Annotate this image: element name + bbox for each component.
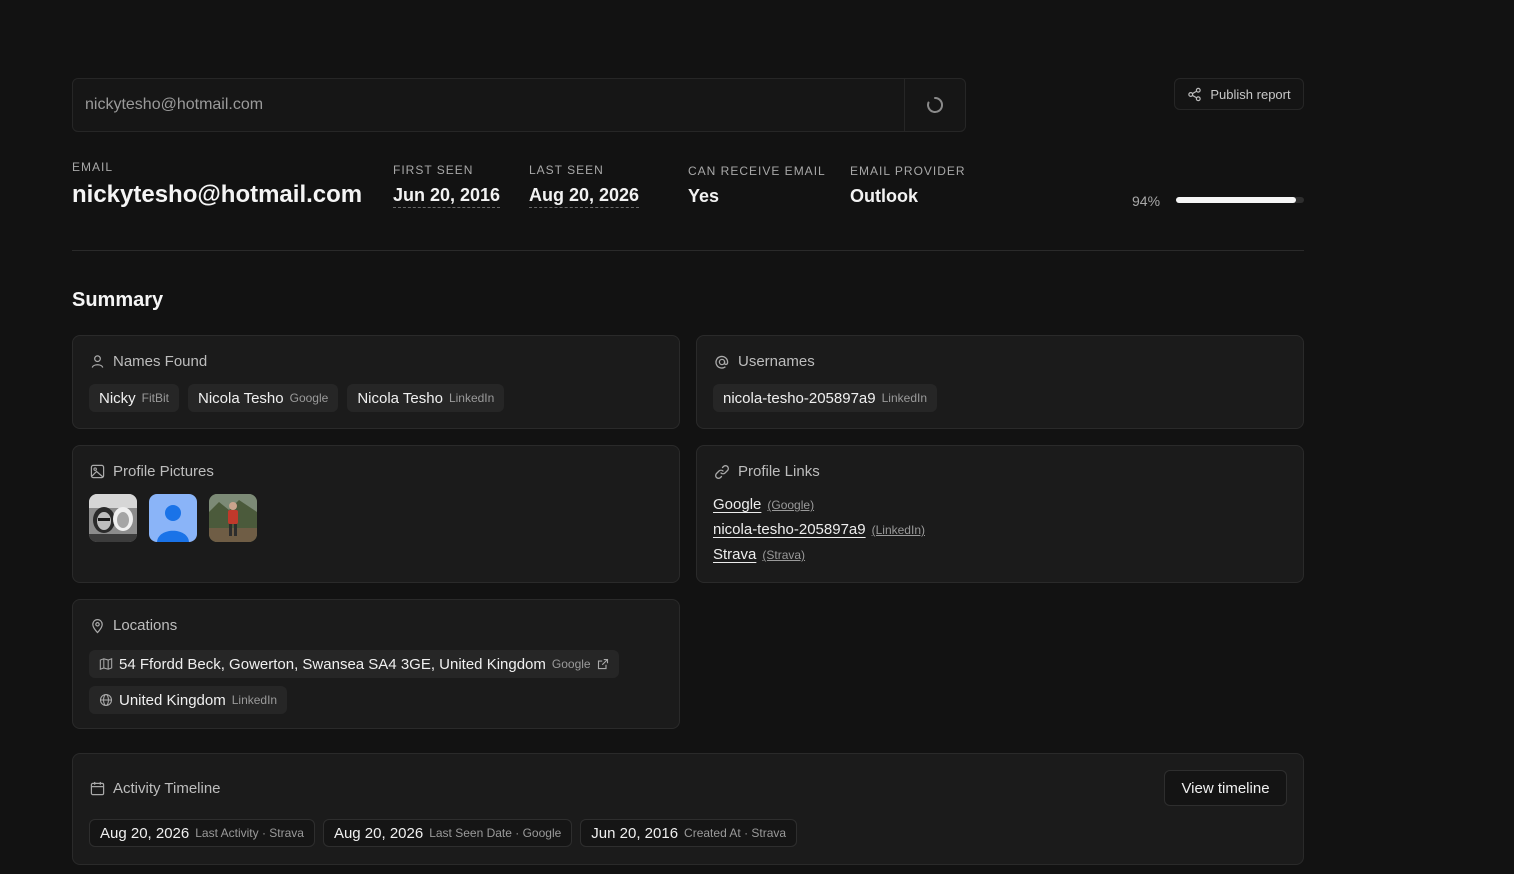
timeline-event-chip: Jun 20, 2016 Created At · Strava [580, 819, 798, 847]
profile-link-row: Google (Google) [713, 496, 925, 513]
profile-picture-default-avatar[interactable] [149, 494, 197, 542]
publish-report-label: Publish report [1210, 86, 1291, 102]
activity-timeline-card: Activity Timeline View timeline Aug 20, … [72, 753, 1304, 865]
summary-heading: Summary [72, 289, 164, 311]
email-search-input[interactable] [73, 78, 904, 132]
name-chip-source: LinkedIn [448, 391, 495, 405]
username-chip-source: LinkedIn [881, 391, 927, 405]
name-chip: Nicola Tesho LinkedIn [347, 384, 505, 412]
timeline-event-date: Jun 20, 2016 [591, 824, 679, 842]
publish-report-button[interactable]: Publish report [1174, 78, 1304, 110]
link-icon [715, 464, 729, 479]
profile-picture-bw-photo[interactable] [89, 494, 137, 542]
profile-link-row: nicola-tesho-205897a9 (LinkedIn) [713, 521, 925, 538]
user-icon [91, 355, 104, 368]
profile-picture-outdoor-photo[interactable] [209, 494, 257, 542]
profile-link-linkedin[interactable]: nicola-tesho-205897a9 [713, 521, 866, 538]
name-chip-text: Nicola Tesho [198, 389, 284, 407]
locations-card: Locations 54 Ffordd Beck, Gowerton, Swan… [72, 599, 680, 729]
activity-timeline-title: Activity Timeline [113, 780, 221, 797]
timeline-event-date: Aug 20, 2026 [333, 824, 424, 842]
locations-title: Locations [113, 617, 178, 634]
spinner-icon [927, 96, 944, 113]
location-source: LinkedIn [231, 693, 278, 707]
loading-spinner-button[interactable] [905, 79, 965, 131]
timeline-event-detail: Last Activity · Strava [195, 826, 304, 840]
share-icon [1188, 87, 1202, 101]
last-seen-value[interactable]: Aug 20, 2026 [529, 185, 640, 208]
timeline-event-chip: Aug 20, 2026 Last Seen Date · Google [322, 819, 573, 847]
first-seen-value[interactable]: Jun 20, 2016 [393, 185, 501, 208]
last-seen-label: LAST SEEN [529, 163, 604, 177]
section-divider [72, 250, 1304, 251]
can-receive-label: CAN RECEIVE EMAIL [688, 164, 826, 178]
map-icon [99, 657, 113, 671]
profile-pictures-title: Profile Pictures [113, 463, 214, 480]
score-progress-bar [1176, 197, 1304, 203]
timeline-event-chip: Aug 20, 2026 Last Activity · Strava [89, 819, 315, 847]
location-source: Google [551, 657, 591, 671]
username-chip: nicola-tesho-205897a9 LinkedIn [713, 384, 937, 412]
profile-link-google[interactable]: Google [713, 496, 761, 513]
timeline-event-detail: Last Seen Date · Google [429, 826, 562, 840]
usernames-card: Usernames nicola-tesho-205897a9 LinkedIn [696, 335, 1304, 429]
score-percentage: 94% [1132, 193, 1161, 209]
map-pin-icon [92, 618, 103, 633]
timeline-event-date: Aug 20, 2026 [100, 824, 190, 842]
location-chip: United Kingdom LinkedIn [89, 686, 288, 714]
profile-links-card: Profile Links Google (Google) nicola-tes… [696, 445, 1304, 583]
username-chip-text: nicola-tesho-205897a9 [723, 389, 876, 407]
name-chip-text: Nicola Tesho [357, 389, 443, 407]
profile-links-title: Profile Links [738, 463, 820, 480]
name-chip: Nicola Tesho Google [188, 384, 339, 412]
names-found-title: Names Found [113, 353, 208, 370]
image-icon [90, 464, 105, 479]
profile-pictures-card: Profile Pictures [72, 445, 680, 583]
email-search-bar [72, 78, 966, 132]
calendar-icon [90, 781, 105, 796]
name-chip-source: Google [289, 391, 329, 405]
location-chip[interactable]: 54 Ffordd Beck, Gowerton, Swansea SA4 3G… [89, 650, 619, 678]
name-chip-text: Nicky [99, 389, 136, 407]
location-text: 54 Ffordd Beck, Gowerton, Swansea SA4 3G… [119, 655, 546, 673]
profile-link-source: (Google) [767, 498, 815, 512]
profile-link-source: (Strava) [762, 548, 806, 562]
at-sign-icon [715, 355, 729, 369]
usernames-title: Usernames [738, 353, 815, 370]
view-timeline-button[interactable]: View timeline [1164, 770, 1287, 806]
profile-link-row: Strava (Strava) [713, 546, 925, 563]
can-receive-value: Yes [688, 186, 720, 206]
name-chip: Nicky FitBit [89, 384, 180, 412]
names-found-card: Names Found Nicky FitBit Nicola Tesho Go… [72, 335, 680, 429]
timeline-event-detail: Created At · Strava [684, 826, 787, 840]
email-label: EMAIL [72, 160, 114, 174]
location-text: United Kingdom [119, 691, 226, 709]
profile-link-source: (LinkedIn) [871, 523, 925, 537]
external-link-icon[interactable] [597, 658, 609, 670]
score-progress-fill [1176, 197, 1297, 203]
email-value: nickytesho@hotmail.com [72, 181, 363, 208]
name-chip-source: FitBit [141, 391, 170, 405]
email-provider-label: EMAIL PROVIDER [850, 164, 966, 178]
email-provider-value: Outlook [850, 186, 918, 206]
profile-link-strava[interactable]: Strava [713, 546, 756, 563]
globe-icon [99, 693, 113, 707]
first-seen-label: FIRST SEEN [393, 163, 474, 177]
